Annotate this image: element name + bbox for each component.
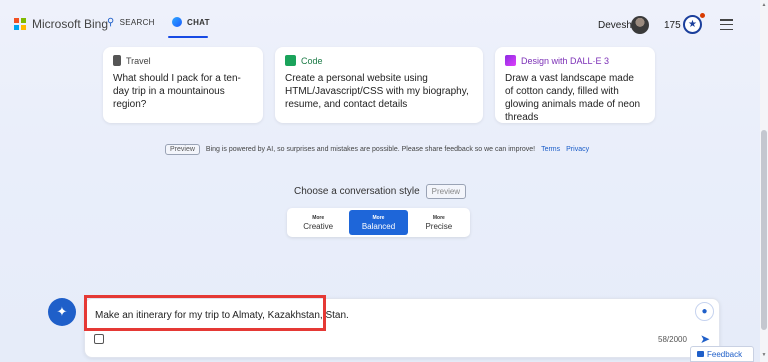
scrollbar-thumb[interactable] (761, 130, 767, 330)
tab-search-label: SEARCH (119, 18, 155, 27)
brand-logo[interactable]: Microsoft Bing (14, 17, 108, 31)
visual-search-icon[interactable] (94, 334, 104, 344)
tab-chat[interactable]: CHAT (172, 17, 210, 27)
style-creative-button[interactable]: More Creative (289, 210, 347, 235)
notification-dot (700, 13, 705, 18)
paintbrush-icon (505, 55, 516, 66)
search-icon: ⚲ (107, 17, 115, 28)
card-category: Design with DALL·E 3 (521, 55, 610, 66)
style-label: Balanced (361, 221, 396, 231)
scroll-down-icon[interactable]: ▼ (761, 352, 767, 358)
chat-bubble-icon (172, 17, 182, 27)
card-text: Create a personal website using HTML/Jav… (285, 73, 469, 110)
privacy-link[interactable]: Privacy (566, 146, 589, 153)
avatar[interactable] (631, 16, 649, 34)
style-label: Creative (303, 221, 334, 231)
style-prefix: More (372, 214, 385, 221)
conversation-style-heading: Choose a conversation style Preview (294, 184, 467, 199)
ai-disclaimer: Preview Bing is powered by AI, so surpri… (165, 144, 589, 155)
user-name[interactable]: Devesh (598, 20, 632, 31)
rewards-points[interactable]: 175 (664, 20, 681, 31)
card-category: Code (301, 55, 323, 66)
luggage-icon (113, 55, 121, 66)
style-precise-button[interactable]: More Precise (410, 210, 468, 235)
new-topic-icon: ✦ (56, 304, 68, 319)
suggestion-card-design[interactable]: Design with DALL·E 3 Draw a vast landsca… (495, 47, 655, 123)
preview-badge: Preview (165, 144, 200, 155)
header-bar: Microsoft Bing ⚲ SEARCH CHAT Devesh 175 … (0, 0, 768, 48)
style-label: Precise (425, 221, 453, 231)
card-text: What should I pack for a ten-day trip in… (113, 73, 241, 110)
conversation-style-title: Choose a conversation style (294, 186, 420, 197)
tab-search[interactable]: ⚲ SEARCH (107, 17, 155, 28)
feedback-button[interactable]: Feedback (690, 346, 754, 362)
style-prefix: More (312, 214, 325, 221)
hamburger-menu-icon[interactable] (720, 19, 733, 30)
rewards-trophy-icon[interactable]: ★ (683, 15, 702, 34)
microsoft-logo-icon (14, 18, 26, 30)
suggestion-card-code[interactable]: Code Create a personal website using HTM… (275, 47, 483, 123)
send-icon[interactable]: ➤ (700, 332, 710, 346)
microphone-icon[interactable]: ● (695, 302, 714, 321)
scroll-up-icon[interactable]: ▲ (761, 2, 767, 8)
highlight-annotation (84, 295, 326, 331)
code-icon (285, 55, 296, 66)
terms-link[interactable]: Terms (541, 146, 560, 153)
card-category: Travel (126, 55, 151, 66)
active-tab-indicator (168, 36, 208, 38)
brand-name: Microsoft Bing (32, 17, 109, 31)
disclaimer-text: Bing is powered by AI, so surprises and … (205, 146, 536, 153)
suggestion-card-travel[interactable]: Travel What should I pack for a ten-day … (103, 47, 263, 123)
style-balanced-button[interactable]: More Balanced (349, 210, 408, 235)
feedback-icon (697, 351, 704, 357)
conversation-style-selector: More Creative More Balanced More Precise (287, 208, 470, 237)
preview-badge: Preview (425, 184, 467, 199)
style-prefix: More (432, 214, 445, 221)
character-counter: 58/2000 (658, 335, 687, 344)
tab-chat-label: CHAT (187, 17, 210, 27)
new-topic-button[interactable]: ✦ (48, 298, 76, 326)
feedback-label: Feedback (707, 349, 743, 359)
card-text: Draw a vast landscape made of cotton can… (505, 73, 641, 123)
